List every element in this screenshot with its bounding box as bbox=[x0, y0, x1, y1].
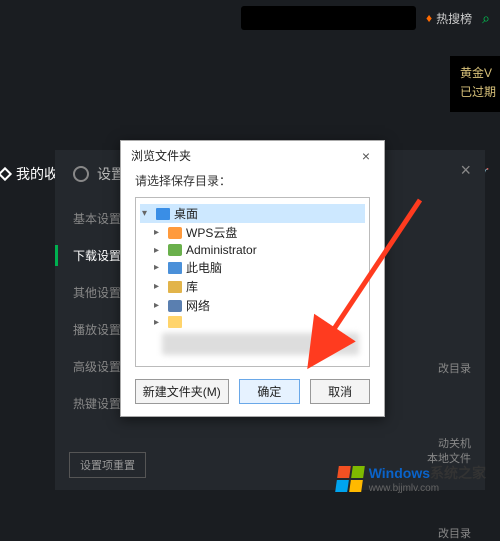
tree-node-label: 网络 bbox=[186, 297, 210, 314]
tree-node[interactable]: ▸ 此电脑 bbox=[140, 258, 365, 277]
vip-title: 黄金V bbox=[460, 64, 500, 83]
watermark: Windows系统之家 www.bjjmlv.com bbox=[337, 463, 486, 494]
ok-button[interactable]: 确定 bbox=[239, 379, 301, 404]
vip-status: 已过期 bbox=[460, 83, 500, 102]
search-input[interactable] bbox=[241, 6, 416, 30]
chevron-icon[interactable]: ▾ bbox=[142, 208, 152, 219]
chevron-icon[interactable]: ▸ bbox=[154, 281, 164, 292]
pc-icon bbox=[168, 262, 182, 274]
hot-label: 热搜榜 bbox=[436, 10, 472, 27]
tree-node[interactable]: ▸ bbox=[140, 315, 365, 329]
chevron-icon[interactable]: ▸ bbox=[154, 317, 164, 328]
close-icon[interactable]: × bbox=[358, 148, 374, 164]
cloud-icon bbox=[168, 227, 182, 239]
cancel-button[interactable]: 取消 bbox=[310, 379, 370, 404]
tree-node-label: 此电脑 bbox=[186, 259, 222, 276]
watermark-sub: 系统之家 bbox=[430, 465, 486, 481]
new-folder-button[interactable]: 新建文件夹(M) bbox=[135, 379, 229, 404]
chevron-icon[interactable]: ▸ bbox=[154, 300, 164, 311]
tree-node[interactable]: ▾ 桌面 bbox=[140, 204, 365, 223]
browse-folder-dialog: 浏览文件夹 × 请选择保存目录： ▾ 桌面 ▸ WPS云盘 ▸ Administrator… bbox=[120, 140, 385, 417]
tree-node[interactable]: ▸ Administrator bbox=[140, 242, 365, 258]
watermark-brand: Windows bbox=[369, 465, 430, 481]
flame-icon: ♦ bbox=[426, 11, 432, 25]
reset-settings-button[interactable]: 设置项重置 bbox=[69, 452, 146, 478]
dialog-instruction: 请选择保存目录： bbox=[121, 168, 384, 197]
watermark-url: www.bjjmlv.com bbox=[369, 483, 486, 494]
diamond-icon bbox=[0, 167, 12, 181]
dialog-title: 浏览文件夹 bbox=[131, 147, 191, 164]
chevron-icon[interactable]: ▸ bbox=[154, 227, 164, 238]
chevron-icon[interactable]: ▸ bbox=[154, 262, 164, 273]
tree-node[interactable]: ▸ 网络 bbox=[140, 296, 365, 315]
search-icon[interactable]: ⌕ bbox=[482, 10, 490, 27]
sidebar-label: 我的收 bbox=[16, 164, 58, 184]
tree-node[interactable]: ▸ WPS云盘 bbox=[140, 223, 365, 242]
net-icon bbox=[168, 300, 182, 312]
chevron-icon[interactable]: ▸ bbox=[154, 245, 164, 256]
sidebar-item-favorites[interactable]: 我的收 bbox=[0, 164, 58, 184]
user-icon bbox=[168, 244, 182, 256]
vip-panel: 黄金V 已过期 bbox=[450, 56, 500, 112]
hot-search-link[interactable]: ♦ 热搜榜 bbox=[426, 10, 472, 27]
gear-icon bbox=[73, 166, 89, 182]
tree-node[interactable]: ▸库 bbox=[140, 277, 365, 296]
tree-node-label: WPS云盘 bbox=[186, 224, 237, 241]
change-dir-label-2[interactable]: 改目录 bbox=[438, 525, 471, 541]
desktop-icon bbox=[156, 208, 170, 220]
windows-logo-icon bbox=[335, 466, 365, 492]
lib-icon bbox=[168, 281, 182, 293]
tree-node-label: 桌面 bbox=[174, 205, 198, 222]
folder-tree[interactable]: ▾桌面▸WPS云盘▸Administrator▸此电脑▸库▸网络▸ bbox=[135, 197, 370, 367]
fold-icon bbox=[168, 316, 182, 328]
tree-node-label: Administrator bbox=[186, 243, 257, 257]
tree-node-label: 库 bbox=[186, 278, 198, 295]
close-icon[interactable]: × bbox=[460, 160, 471, 181]
auto-shutdown-label: 动关机 bbox=[438, 435, 471, 451]
change-dir-label[interactable]: 改目录 bbox=[438, 360, 471, 376]
